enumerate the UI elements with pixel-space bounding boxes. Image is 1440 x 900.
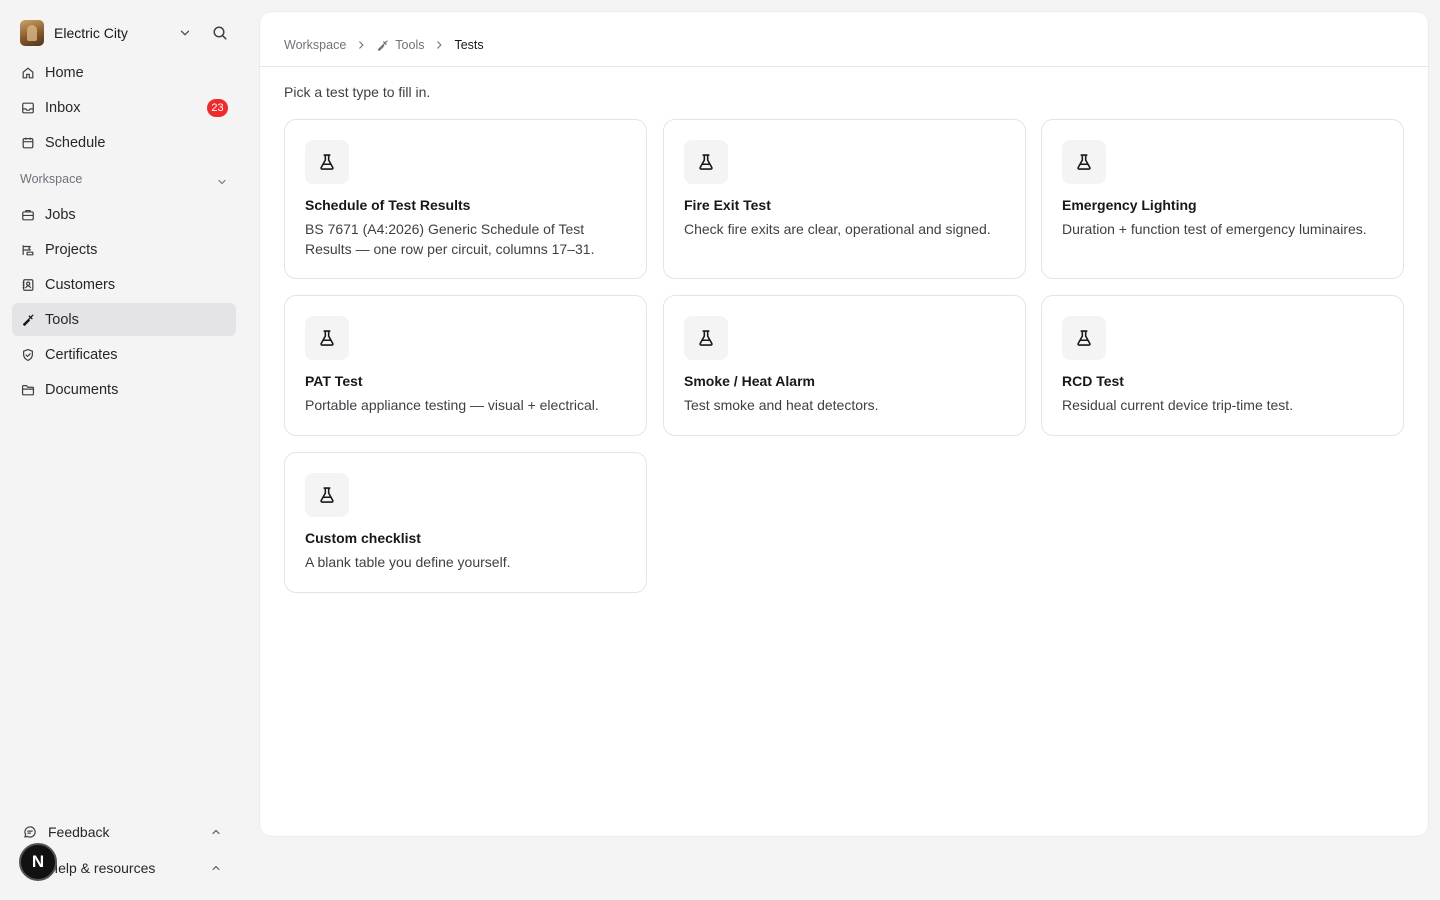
chevron-down-icon[interactable]: [178, 26, 192, 40]
card-title: RCD Test: [1062, 373, 1124, 389]
card-title: Schedule of Test Results: [305, 197, 471, 213]
flask-icon: [320, 487, 334, 503]
sidebar-item-inbox[interactable]: Inbox 23: [12, 91, 236, 124]
card-description: BS 7671 (A4:2026) Generic Schedule of Te…: [305, 221, 595, 257]
card-icon-box: [1062, 316, 1106, 360]
sidebar-item-schedule[interactable]: Schedule: [12, 126, 236, 159]
breadcrumb: Workspace Tools Tests: [284, 36, 484, 54]
card-description: A blank table you define yourself.: [305, 554, 511, 570]
card-title: PAT Test: [305, 373, 363, 389]
card-title: Fire Exit Test: [684, 197, 771, 213]
team-name: Electric City: [54, 25, 128, 41]
logo-letter: N: [31, 852, 45, 871]
shield-check-icon: [23, 348, 33, 362]
test-card-schedule-of-test-results[interactable]: Schedule of Test Results BS 7671 (A4:202…: [284, 119, 647, 279]
home-icon: [22, 67, 34, 79]
header-divider: [260, 66, 1428, 67]
card-icon-box: [684, 316, 728, 360]
card-title: Emergency Lighting: [1062, 197, 1197, 213]
folder-icon: [21, 385, 35, 396]
feedback-button[interactable]: Feedback: [20, 820, 236, 844]
chevron-right-icon: [437, 41, 442, 49]
card-icon-box: [1062, 140, 1106, 184]
team-avatar: [20, 20, 44, 46]
projects-icon: [22, 245, 34, 256]
sidebar-item-tools[interactable]: Tools: [12, 303, 236, 336]
sidebar-item-label: Home: [45, 64, 84, 81]
card-description: Test smoke and heat detectors.: [684, 397, 879, 413]
workspace-section-label: Workspace: [20, 172, 83, 186]
card-icon-box: [684, 140, 728, 184]
team-switcher[interactable]: Electric City: [20, 20, 236, 46]
sidebar-item-label: Schedule: [45, 134, 106, 151]
card-description: Portable appliance testing — visual + el…: [305, 397, 599, 413]
test-card-fire-exit-test[interactable]: Fire Exit Test Check fire exits are clea…: [663, 119, 1026, 279]
card-description: Duration + function test of emergency lu…: [1062, 221, 1367, 237]
sidebar-item-label: Projects: [45, 241, 98, 258]
flask-icon: [699, 154, 713, 170]
sidebar: Electric City Home Inbox 23 Schedule Wor…: [0, 0, 248, 900]
help-label: Help & resources: [48, 860, 156, 876]
intro-text: Pick a test type to fill in.: [284, 84, 431, 100]
card-title: Custom checklist: [305, 530, 421, 546]
test-card-pat-test[interactable]: PAT Test Portable appliance testing — vi…: [284, 295, 647, 436]
sidebar-item-label: Inbox: [45, 99, 81, 116]
flask-icon: [320, 330, 334, 346]
chevron-up-icon[interactable]: [210, 826, 222, 838]
chevron-down-icon[interactable]: [216, 176, 228, 188]
message-icon: [24, 826, 36, 838]
test-card-emergency-lighting[interactable]: Emergency Lighting Duration + function t…: [1041, 119, 1404, 279]
feedback-label: Feedback: [48, 824, 110, 840]
app-logo-button[interactable]: N: [19, 843, 57, 881]
test-card-custom-checklist[interactable]: Custom checklist A blank table you defin…: [284, 452, 647, 593]
breadcrumb-tools[interactable]: Tools: [395, 38, 424, 52]
card-description: Residual current device trip-time test.: [1062, 397, 1294, 413]
inbox-count-badge: 23: [207, 99, 228, 117]
sidebar-item-documents[interactable]: Documents: [12, 373, 236, 406]
main-panel: Workspace Tools Tests Pick a test type t…: [260, 12, 1428, 836]
sidebar-item-label: Certificates: [45, 346, 118, 363]
card-icon-box: [305, 473, 349, 517]
card-description: Check fire exits are clear, operational …: [684, 221, 991, 237]
wrench-icon: [22, 314, 34, 326]
sidebar-item-label: Jobs: [45, 206, 76, 223]
chevron-right-icon: [359, 41, 364, 49]
sidebar-item-certificates[interactable]: Certificates: [12, 338, 236, 371]
flask-icon: [699, 330, 713, 346]
flask-icon: [1077, 154, 1091, 170]
card-title: Smoke / Heat Alarm: [684, 373, 815, 389]
sidebar-item-label: Customers: [45, 276, 116, 293]
sidebar-item-label: Tools: [45, 311, 79, 328]
flask-icon: [1077, 330, 1091, 346]
card-icon-box: [305, 140, 349, 184]
breadcrumb-workspace[interactable]: Workspace: [284, 38, 346, 52]
sidebar-item-projects[interactable]: Projects: [12, 233, 236, 266]
test-card-smoke-heat-alarm[interactable]: Smoke / Heat Alarm Test smoke and heat d…: [663, 295, 1026, 436]
test-card-rcd-test[interactable]: RCD Test Residual current device trip-ti…: [1041, 295, 1404, 436]
flask-icon: [320, 154, 334, 170]
sidebar-item-customers[interactable]: Customers: [12, 268, 236, 301]
card-icon-box: [305, 316, 349, 360]
briefcase-icon: [22, 210, 34, 221]
chevron-up-icon[interactable]: [210, 862, 222, 874]
sidebar-item-label: Documents: [45, 381, 119, 398]
breadcrumb-tests: Tests: [454, 38, 484, 52]
search-icon[interactable]: [212, 25, 228, 41]
wrench-icon: [378, 39, 388, 51]
sidebar-item-home[interactable]: Home: [12, 56, 236, 89]
calendar-icon: [22, 137, 34, 149]
sidebar-item-jobs[interactable]: Jobs: [12, 198, 236, 231]
contacts-icon: [22, 279, 34, 291]
inbox-icon: [22, 102, 34, 114]
